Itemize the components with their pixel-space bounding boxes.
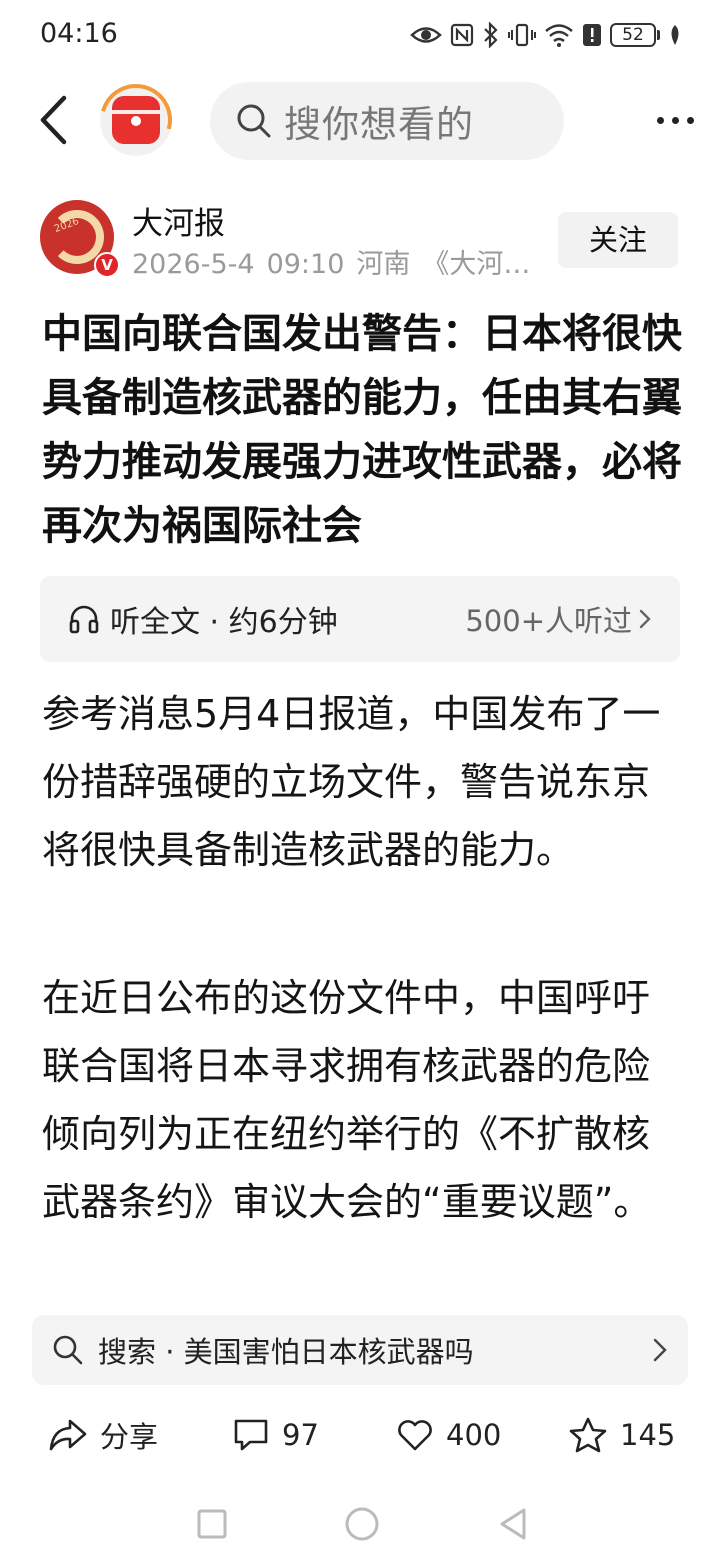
publish-source: 《大河…	[422, 249, 531, 280]
nav-back-icon[interactable]	[494, 1504, 534, 1544]
article-paragraph: 参考消息5月4日报道，中国发布了一份措辞强硬的立场文件，警告说东京将很快具备制造…	[42, 692, 661, 872]
status-icons: 52	[410, 20, 682, 50]
app-logo[interactable]	[86, 70, 186, 170]
author-row: 2026 V 大河报 2026-5-4 09:10 河南 《大河… 关注	[0, 196, 720, 282]
battery-icon: 52	[610, 23, 660, 47]
red-envelope-icon	[112, 96, 160, 144]
battery-level: 52	[610, 23, 656, 47]
more-icon	[656, 116, 664, 124]
share-icon	[49, 1419, 87, 1451]
share-label: 分享	[100, 1420, 159, 1454]
listen-bar[interactable]: 听全文 · 约6分钟 500+人听过	[40, 576, 680, 662]
comment-button[interactable]: 97	[232, 1410, 319, 1460]
related-search-text: 搜索 · 美国害怕日本核武器吗	[98, 1335, 474, 1369]
like-count: 400	[446, 1418, 502, 1452]
verified-badge: V	[94, 252, 120, 278]
comment-count: 97	[282, 1418, 319, 1452]
search-icon	[53, 1335, 83, 1365]
leaf-icon	[671, 25, 679, 45]
star-icon	[569, 1417, 607, 1453]
search-icon	[237, 104, 271, 138]
related-search[interactable]: 搜索 · 美国害怕日本核武器吗	[32, 1315, 688, 1385]
like-button[interactable]: 400	[396, 1410, 501, 1460]
share-button[interactable]: 分享	[48, 1410, 158, 1460]
comment-icon	[234, 1419, 268, 1451]
favorite-button[interactable]: 145	[568, 1410, 675, 1460]
author-name[interactable]: 大河报	[132, 198, 225, 243]
article-paragraph: 在近日公布的这份文件中，中国呼吁联合国将日本寻求拥有核武器的危险倾向列为正在纽约…	[42, 976, 652, 1224]
follow-button[interactable]: 关注	[558, 212, 678, 268]
search-input[interactable]: 搜你想看的	[210, 82, 564, 160]
alert-icon	[583, 24, 601, 46]
nfc-icon	[450, 23, 474, 47]
action-bar: 分享 97 400 145	[0, 1400, 720, 1470]
listen-label: 听全文 · 约6分钟	[110, 605, 338, 640]
more-button[interactable]	[648, 98, 702, 142]
system-nav-bar	[0, 1490, 720, 1560]
status-time: 04:16	[40, 18, 118, 49]
back-icon	[40, 95, 67, 145]
publish-location: 河南	[356, 249, 411, 280]
publish-date: 2026-5-4	[132, 249, 255, 280]
chevron-right-icon	[639, 609, 651, 629]
heart-icon	[398, 1420, 432, 1451]
bluetooth-icon	[484, 22, 498, 48]
publish-time: 09:10	[266, 249, 345, 280]
recents-icon[interactable]	[192, 1504, 232, 1544]
eye-icon	[410, 27, 442, 43]
favorite-count: 145	[620, 1418, 676, 1452]
search-placeholder: 搜你想看的	[284, 103, 474, 146]
wifi-icon	[545, 24, 573, 47]
chevron-right-icon	[653, 1338, 667, 1362]
headphones-icon	[69, 605, 99, 634]
vibrate-icon	[508, 23, 536, 47]
author-meta: 2026-5-4 09:10 河南 《大河…	[132, 242, 532, 281]
listen-count: 500+人听过	[465, 604, 632, 638]
home-icon[interactable]	[342, 1504, 382, 1544]
back-button[interactable]	[28, 90, 78, 150]
avatar[interactable]: 2026 V	[40, 200, 120, 278]
top-nav: 搜你想看的	[0, 70, 720, 170]
status-bar: 04:16 52	[0, 0, 720, 70]
article-title: 中国向联合国发出警告：日本将很快具备制造核武器的能力，任由其右翼势力推动发展强力…	[42, 311, 682, 549]
